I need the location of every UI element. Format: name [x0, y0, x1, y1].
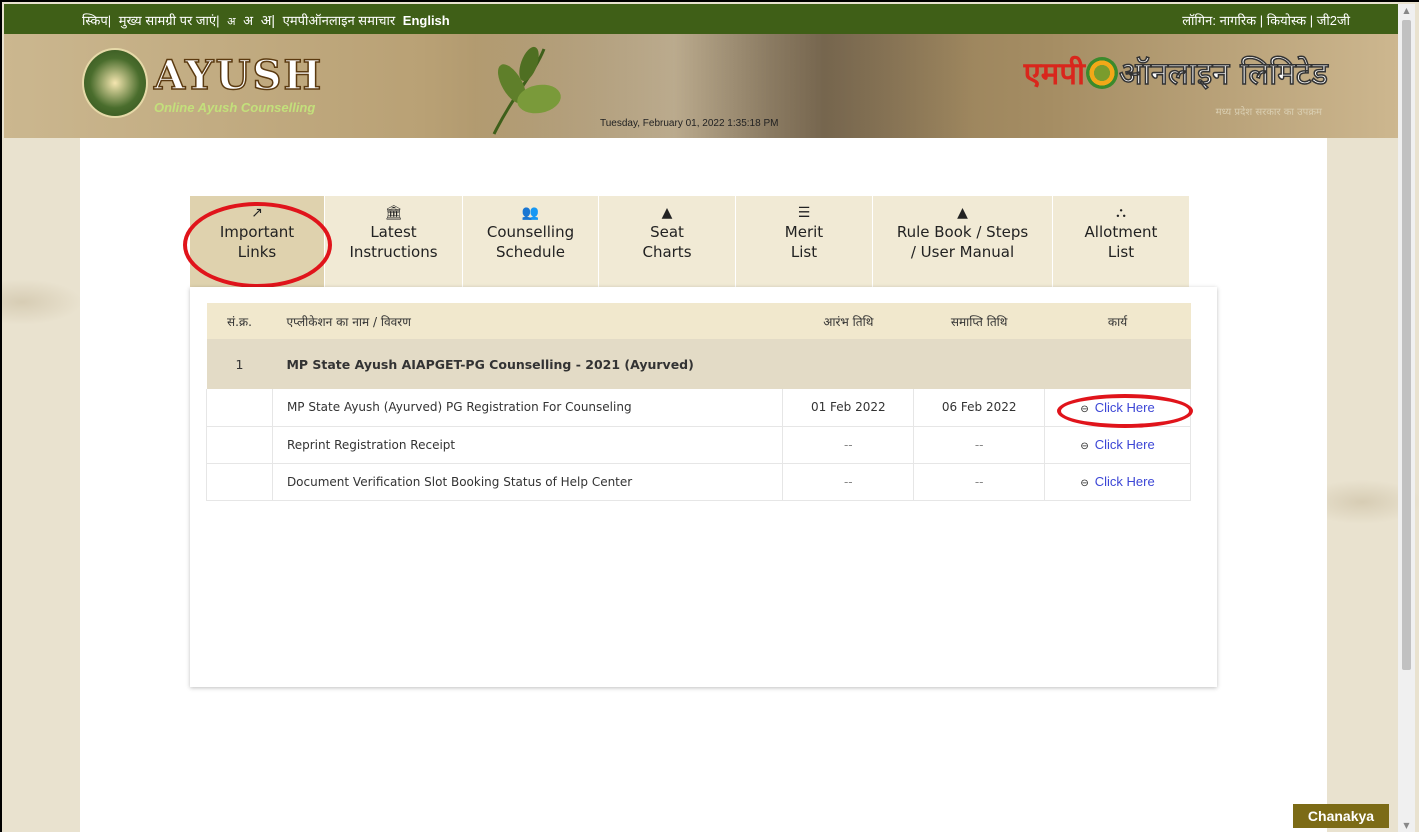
english-link[interactable]: English [403, 13, 450, 28]
font-normal-link[interactable]: अ [243, 13, 253, 28]
col-header-action: कार्य [1107, 314, 1128, 329]
tab-counselling-schedule[interactable]: 👥 Counselling Schedule [463, 196, 599, 287]
row-start-date: 01 Feb 2022 [782, 389, 915, 426]
tab-latest-instructions[interactable]: 🏛 Latest Instructions [325, 196, 463, 287]
main-content-link[interactable]: मुख्य सामग्री पर जाएं| [119, 13, 220, 28]
scroll-down-icon[interactable]: ▼ [1398, 821, 1415, 830]
red-highlight-circle [1057, 394, 1193, 428]
table-row: MP State Ayush (Ayurved) PG Registration… [206, 389, 1191, 426]
row-name: Reprint Registration Receipt [272, 426, 784, 463]
table-header-row: सं.क्र. एप्लीकेशन का नाम / विवरण आरंभ ति… [206, 303, 1191, 339]
login-separator: | [1259, 13, 1264, 28]
tab-bar: ↗ Important Links 🏛 Latest Instructions … [190, 196, 1189, 287]
col-header-start-date: आरंभ तिथि [823, 314, 874, 329]
circle-arrow-icon: ⊖ [1080, 441, 1089, 452]
list-icon: ☰ [797, 205, 811, 221]
circle-arrow-icon: ⊖ [1080, 478, 1089, 489]
site-subtitle: Online Ayush Counselling [154, 100, 316, 115]
mponline-logo: एमपी ऑनलाइन लिमिटेड [1023, 56, 1329, 93]
area-chart-icon: ▲ [957, 205, 968, 221]
accessibility-links: स्किप| मुख्य सामग्री पर जाएं| अ अ अ| एमप… [82, 11, 454, 30]
news-link[interactable]: एमपीऑनलाइन समाचार [283, 13, 396, 28]
row-name: Document Verification Slot Booking Statu… [272, 463, 784, 500]
main-content: ↗ Important Links 🏛 Latest Instructions … [80, 138, 1327, 832]
site-title: AYUSH [153, 51, 324, 100]
area-chart-icon: ▲ [661, 205, 673, 221]
tab-seat-charts[interactable]: ▲ Seat Charts [599, 196, 736, 287]
col-header-sno: सं.क्र. [226, 314, 252, 329]
group-sno: 1 [235, 356, 244, 372]
tab-allotment-list[interactable]: ⛬ Allotment List [1053, 196, 1189, 287]
row-name: MP State Ayush (Ayurved) PG Registration… [272, 389, 784, 426]
font-large-link[interactable]: अ| [261, 12, 275, 28]
table-row: Document Verification Slot Booking Statu… [206, 463, 1191, 500]
row-action: ⊖ Click Here [1044, 426, 1191, 463]
row-end-date: -- [913, 426, 1046, 463]
login-kiosk-link[interactable]: कियोस्क [1267, 13, 1306, 28]
tab-rule-book[interactable]: ▲ Rule Book / Steps / User Manual [873, 196, 1053, 287]
bank-icon: 🏛 [384, 205, 403, 221]
chanakya-chat-button[interactable]: Chanakya [1293, 804, 1389, 828]
login-separator: | [1309, 13, 1314, 28]
row-end-date: -- [913, 463, 1046, 500]
leaf-decoration [492, 46, 561, 135]
click-here-link[interactable]: ⊖ Click Here [1080, 437, 1154, 452]
row-action: ⊖ Click Here [1044, 463, 1191, 500]
row-start-date: -- [782, 463, 915, 500]
row-start-date: -- [782, 426, 915, 463]
tab-merit-list[interactable]: ☰ Merit List [736, 196, 873, 287]
login-citizen-link[interactable]: नागरिक [1220, 13, 1257, 28]
login-g2g-link[interactable]: जी2जी [1317, 13, 1350, 28]
login-links: लॉगिन: नागरिक | कियोस्क | जी2जी [1182, 11, 1350, 29]
links-panel: सं.क्र. एप्लीकेशन का नाम / विवरण आरंभ ति… [190, 287, 1217, 687]
top-utility-bar: स्किप| मुख्य सामग्री पर जाएं| अ अ अ| एमप… [4, 4, 1398, 34]
mponline-tagline: मध्य प्रदेश सरकार का उपक्रम [1215, 107, 1322, 118]
skip-link[interactable]: स्किप| [82, 13, 111, 28]
sitemap-icon: ⛬ [1116, 205, 1126, 221]
table-row: Reprint Registration Receipt -- -- ⊖ Clic… [206, 426, 1191, 463]
scroll-up-icon[interactable]: ▲ [1398, 6, 1415, 15]
users-icon: 👥 [521, 205, 540, 221]
click-here-link[interactable]: ⊖ Click Here [1080, 474, 1154, 489]
red-highlight-circle [183, 202, 332, 288]
scrollbar-thumb[interactable] [1402, 20, 1411, 670]
col-header-end-date: समाप्ति तिथि [950, 314, 1008, 329]
group-title: MP State Ayush AIAPGET-PG Counselling - … [286, 356, 694, 372]
current-datetime: Tuesday, February 01, 2022 1:35:18 PM [600, 118, 779, 129]
login-label: लॉगिन: [1182, 13, 1216, 28]
col-header-name: एप्लीकेशन का नाम / विवरण [286, 314, 411, 329]
links-table: सं.क्र. एप्लीकेशन का नाम / विवरण आरंभ ति… [206, 303, 1191, 501]
mp-ayush-emblem-logo [82, 48, 148, 118]
table-group-row: 1 MP State Ayush AIAPGET-PG Counselling … [206, 339, 1191, 389]
mponline-emblem-icon [1085, 57, 1118, 89]
vertical-scrollbar[interactable]: ▲ ▼ [1398, 4, 1415, 832]
font-small-link[interactable]: अ [227, 16, 235, 28]
row-end-date: 06 Feb 2022 [913, 389, 1046, 426]
